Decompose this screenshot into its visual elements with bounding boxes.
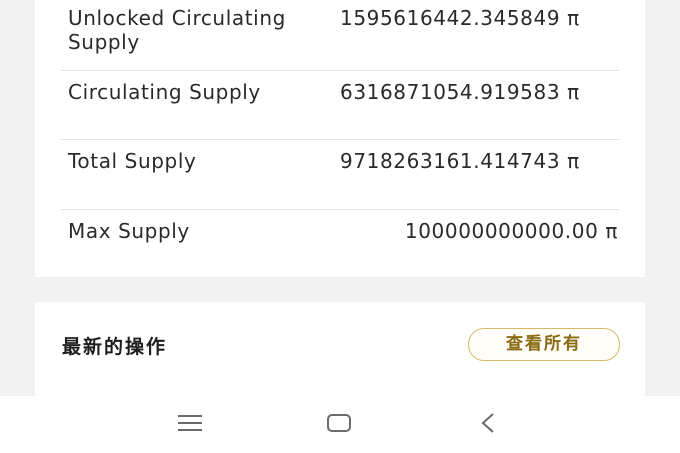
unlocked-circulating-supply-value: 1595616442.345849 π [340, 6, 580, 30]
recent-apps-button[interactable] [170, 408, 210, 438]
max-supply-label: Max Supply [68, 219, 190, 243]
recent-apps-icon [178, 415, 202, 431]
circulating-supply-label: Circulating Supply [68, 80, 261, 104]
supply-row-unlocked: Unlocked Circulating Supply 1595616442.3… [60, 0, 620, 71]
max-supply-value: 100000000000.00 π [404, 219, 618, 243]
view-all-button[interactable]: 查看所有 [468, 328, 620, 361]
back-icon [481, 413, 494, 433]
total-supply-label: Total Supply [68, 149, 197, 173]
back-button[interactable] [468, 408, 508, 438]
supply-row-circulating: Circulating Supply 6316871054.919583 π [60, 70, 620, 140]
system-navigation-bar [0, 396, 680, 453]
total-supply-value: 9718263161.414743 π [340, 149, 580, 173]
supply-row-max: Max Supply 100000000000.00 π [60, 209, 620, 277]
page: Unlocked Circulating Supply 1595616442.3… [0, 0, 680, 453]
home-icon [327, 414, 351, 432]
supply-card: Unlocked Circulating Supply 1595616442.3… [35, 0, 645, 277]
unlocked-circulating-supply-label: Unlocked Circulating Supply [68, 6, 286, 54]
home-button[interactable] [319, 408, 359, 438]
latest-operations-title: 最新的操作 [62, 336, 168, 358]
circulating-supply-value: 6316871054.919583 π [340, 80, 580, 104]
latest-operations-card: 最新的操作 查看所有 [35, 302, 645, 396]
supply-row-total: Total Supply 9718263161.414743 π [60, 139, 620, 210]
